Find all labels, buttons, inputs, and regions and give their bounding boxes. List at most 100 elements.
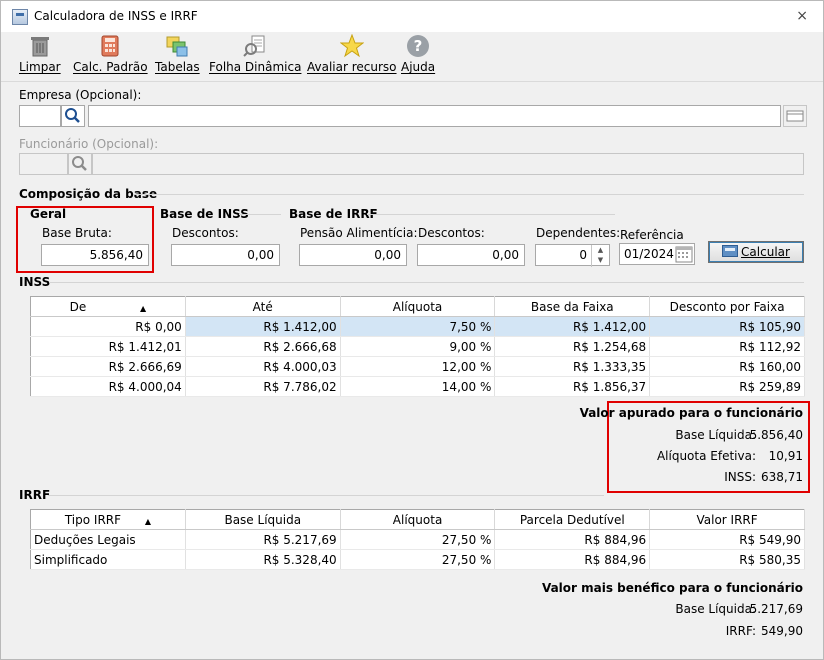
search-icon — [72, 156, 87, 171]
table-row[interactable]: Simplificado R$ 5.328,40 27,50 % R$ 884,… — [30, 549, 805, 570]
column-header-irrf-type[interactable]: Tipo IRRF ▲ — [30, 509, 186, 530]
cell-to[interactable]: R$ 2.666,68 — [185, 336, 341, 357]
spin-up-icon[interactable]: ▲ — [598, 246, 603, 254]
rate-feature-button[interactable]: Avaliar recurso — [307, 34, 397, 74]
inss-net-base-label: Base Líquida: — [675, 428, 756, 442]
cell-bracket-discount[interactable]: R$ 112,92 — [649, 336, 805, 357]
tables-label: Tabelas — [155, 60, 200, 74]
irrf-discounts-label: Descontos: — [418, 226, 485, 240]
cell-bracket-discount[interactable]: R$ 105,90 — [649, 316, 805, 337]
close-icon[interactable]: × — [796, 8, 808, 24]
company-search-button[interactable] — [61, 105, 85, 127]
cell-to[interactable]: R$ 4.000,03 — [185, 356, 341, 377]
section-divider — [49, 282, 804, 283]
gross-base-highlight — [16, 206, 154, 273]
cell-net-base[interactable]: R$ 5.328,40 — [185, 549, 341, 570]
title-bar: Calculadora de INSS e IRRF × — [1, 1, 823, 32]
table-row[interactable]: R$ 2.666,69 R$ 4.000,03 12,00 % R$ 1.333… — [30, 356, 805, 377]
dynamic-sheet-label: Folha Dinâmica — [209, 60, 302, 74]
inss-discounts-field[interactable]: 0,00 — [171, 244, 280, 266]
company-label: Empresa (Opcional): — [19, 88, 142, 102]
section-divider — [367, 214, 615, 215]
trash-icon — [30, 37, 49, 57]
cell-rate[interactable]: 27,50 % — [340, 549, 496, 570]
cell-bracket-base[interactable]: R$ 1.254,68 — [494, 336, 651, 357]
tables-icon — [166, 36, 188, 57]
cell-rate[interactable]: 9,00 % — [340, 336, 496, 357]
help-button[interactable]: ? Ajuda — [401, 34, 435, 74]
cell-net-base[interactable]: R$ 5.217,69 — [185, 529, 341, 550]
cell-from[interactable]: R$ 2.666,69 — [30, 356, 186, 377]
cell-rate[interactable]: 12,00 % — [340, 356, 496, 377]
employee-name-field[interactable] — [92, 153, 804, 175]
sort-asc-icon: ▲ — [140, 303, 147, 313]
cell-from[interactable]: R$ 4.000,04 — [30, 376, 186, 397]
column-header-deductible[interactable]: Parcela Dedutível — [494, 509, 651, 530]
calculate-button[interactable]: Calcular — [708, 241, 804, 263]
svg-text:?: ? — [414, 37, 423, 55]
column-header-irrf-value[interactable]: Valor IRRF — [649, 509, 805, 530]
table-row[interactable]: R$ 4.000,04 R$ 7.786,02 14,00 % R$ 1.856… — [30, 376, 805, 397]
company-options-button[interactable] — [783, 105, 807, 127]
cell-rate[interactable]: 27,50 % — [340, 529, 496, 550]
reference-label: Referência — [620, 228, 684, 242]
cell-irrf-type[interactable]: Deduções Legais — [30, 529, 186, 550]
section-divider — [239, 214, 281, 215]
star-icon — [339, 34, 364, 58]
company-name-field[interactable] — [88, 105, 781, 127]
cell-deductible[interactable]: R$ 884,96 — [494, 549, 651, 570]
cell-rate[interactable]: 7,50 % — [340, 316, 496, 337]
section-divider — [48, 495, 604, 496]
column-header-net-base[interactable]: Base Líquida — [185, 509, 341, 530]
table-row[interactable]: R$ 0,00 R$ 1.412,00 7,50 % R$ 1.412,00 R… — [30, 316, 805, 337]
section-divider — [134, 194, 804, 195]
dependents-label: Dependentes: — [536, 226, 621, 240]
cell-deductible[interactable]: R$ 884,96 — [494, 529, 651, 550]
irrf-total-value: 549,90 — [761, 624, 803, 638]
irrf-discounts-field[interactable]: 0,00 — [417, 244, 525, 266]
irrf-total-label: IRRF: — [725, 624, 756, 638]
cell-to[interactable]: R$ 1.412,00 — [185, 316, 341, 337]
calculate-label: Calcular — [741, 245, 790, 259]
employee-label: Funcionário (Opcional): — [19, 137, 159, 151]
sort-asc-icon: ▲ — [144, 516, 152, 526]
cell-bracket-base[interactable]: R$ 1.856,37 — [494, 376, 651, 397]
cell-bracket-base[interactable]: R$ 1.333,35 — [494, 356, 651, 377]
company-code-field[interactable] — [19, 105, 61, 127]
employee-search-button[interactable] — [68, 153, 92, 175]
cell-irrf-value[interactable]: R$ 549,90 — [649, 529, 805, 550]
table-row[interactable]: Deduções Legais R$ 5.217,69 27,50 % R$ 8… — [30, 529, 805, 550]
irrf-heading: IRRF — [19, 488, 51, 502]
search-icon — [65, 108, 80, 123]
irrf-result-title: Valor mais benéfico para o funcionário — [541, 581, 803, 595]
cell-irrf-type[interactable]: Simplificado — [30, 549, 186, 570]
tables-button[interactable]: Tabelas — [155, 34, 200, 74]
dependents-spinner[interactable]: ▲ ▼ — [591, 245, 609, 267]
column-header-from[interactable]: De ▲ — [30, 296, 186, 317]
cell-bracket-discount[interactable]: R$ 259,89 — [649, 376, 805, 397]
cell-bracket-base[interactable]: R$ 1.412,00 — [494, 316, 651, 337]
cell-irrf-value[interactable]: R$ 580,35 — [649, 549, 805, 570]
default-calc-button[interactable]: Calc. Padrão — [73, 34, 148, 74]
cell-rate[interactable]: 14,00 % — [340, 376, 496, 397]
column-header-rate[interactable]: Alíquota — [340, 509, 496, 530]
dynamic-sheet-button[interactable]: Folha Dinâmica — [209, 34, 301, 74]
column-header-to[interactable]: Até — [185, 296, 341, 317]
calendar-icon[interactable] — [674, 244, 694, 264]
inss-discounts-label: Descontos: — [172, 226, 239, 240]
spin-down-icon[interactable]: ▼ — [598, 256, 603, 264]
clear-button[interactable]: Limpar — [19, 34, 61, 74]
cell-bracket-discount[interactable]: R$ 160,00 — [649, 356, 805, 377]
cell-from[interactable]: R$ 1.412,01 — [30, 336, 186, 357]
cell-from[interactable]: R$ 0,00 — [30, 316, 186, 337]
table-row[interactable]: R$ 1.412,01 R$ 2.666,68 9,00 % R$ 1.254,… — [30, 336, 805, 357]
effective-rate-label: Alíquota Efetiva: — [656, 449, 756, 463]
column-header-bracket-base[interactable]: Base da Faixa — [494, 296, 651, 317]
employee-code-field[interactable] — [19, 153, 68, 175]
column-header-bracket-discount[interactable]: Desconto por Faixa — [649, 296, 805, 317]
cell-to[interactable]: R$ 7.786,02 — [185, 376, 341, 397]
irrf-net-base-value: 5.217,69 — [749, 602, 803, 616]
inss-base-heading: Base de INSS — [160, 207, 249, 221]
alimony-field[interactable]: 0,00 — [299, 244, 407, 266]
column-header-rate[interactable]: Alíquota — [340, 296, 496, 317]
